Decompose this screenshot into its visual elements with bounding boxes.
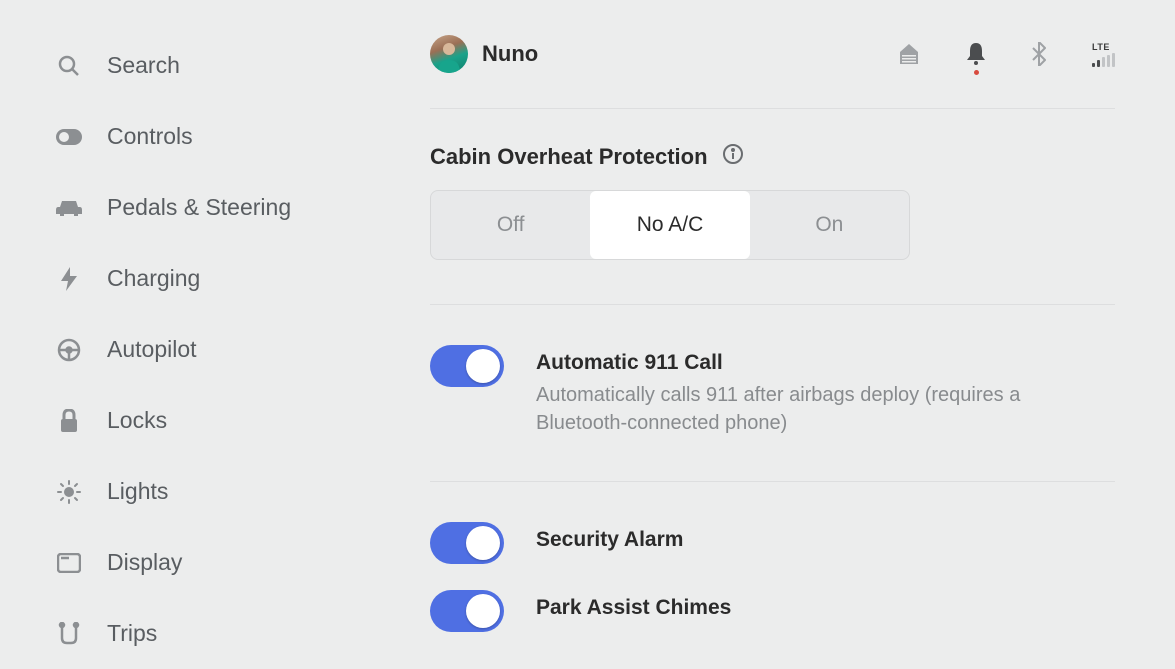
home-icon[interactable] [898,43,920,65]
cabin-overheat-section: Cabin Overheat Protection Off No A/C On [430,109,1115,260]
car-icon [55,199,83,217]
display-icon [55,553,83,573]
sun-icon [55,479,83,505]
toggle-title: Park Assist Chimes [536,596,731,620]
sidebar-item-label: Lights [107,478,168,505]
auto-911-row: Automatic 911 Call Automatically calls 9… [430,345,1115,437]
park-assist-row: Park Assist Chimes [430,590,1115,632]
sidebar-item-charging[interactable]: Charging [55,243,360,314]
security-alarm-toggle[interactable] [430,522,504,564]
main-content: Nuno LTE [380,0,1175,661]
header: Nuno LTE [430,24,1115,84]
lock-icon [55,409,83,433]
toggle-icon [55,129,83,145]
sidebar-item-label: Pedals & Steering [107,194,291,221]
route-icon [55,622,83,646]
signal-bars [1092,53,1115,67]
toggle-title: Security Alarm [536,528,683,552]
info-icon[interactable] [722,143,744,170]
sidebar-item-search[interactable]: Search [55,30,360,101]
section-title: Cabin Overheat Protection [430,144,708,170]
auto-911-toggle[interactable] [430,345,504,387]
sidebar-item-label: Search [107,52,180,79]
status-icons: LTE [898,42,1115,67]
sidebar-item-controls[interactable]: Controls [55,101,360,172]
sidebar-item-label: Autopilot [107,336,197,363]
toggle-title: Automatic 911 Call [536,351,1096,375]
sidebar-item-label: Locks [107,407,167,434]
sidebar-item-display[interactable]: Display [55,527,360,598]
signal-indicator: LTE [1092,42,1115,67]
notification-dot [974,70,979,75]
bluetooth-icon[interactable] [1032,42,1046,66]
seg-no-ac[interactable]: No A/C [590,191,749,259]
sidebar-item-trips[interactable]: Trips [55,598,360,669]
cabin-overheat-segmented: Off No A/C On [430,190,910,260]
seg-on[interactable]: On [750,191,909,259]
username: Nuno [482,41,538,67]
sidebar-item-lights[interactable]: Lights [55,456,360,527]
security-alarm-row: Security Alarm [430,522,1115,564]
steering-wheel-icon [55,338,83,362]
sidebar-item-autopilot[interactable]: Autopilot [55,314,360,385]
avatar[interactable] [430,35,468,73]
sidebar-item-label: Display [107,549,182,576]
sidebar-item-label: Controls [107,123,193,150]
sidebar: Search Controls Pedals & Steering Chargi… [0,0,380,661]
bell-icon[interactable] [966,43,986,65]
seg-off[interactable]: Off [431,191,590,259]
sidebar-item-locks[interactable]: Locks [55,385,360,456]
toggle-desc: Automatically calls 911 after airbags de… [536,381,1096,437]
sidebar-item-label: Charging [107,265,200,292]
search-icon [55,54,83,78]
sidebar-item-pedals-steering[interactable]: Pedals & Steering [55,172,360,243]
signal-label: LTE [1092,42,1110,52]
divider [430,304,1115,305]
bolt-icon [55,267,83,291]
divider [430,481,1115,482]
sidebar-item-label: Trips [107,620,157,647]
park-assist-toggle[interactable] [430,590,504,632]
